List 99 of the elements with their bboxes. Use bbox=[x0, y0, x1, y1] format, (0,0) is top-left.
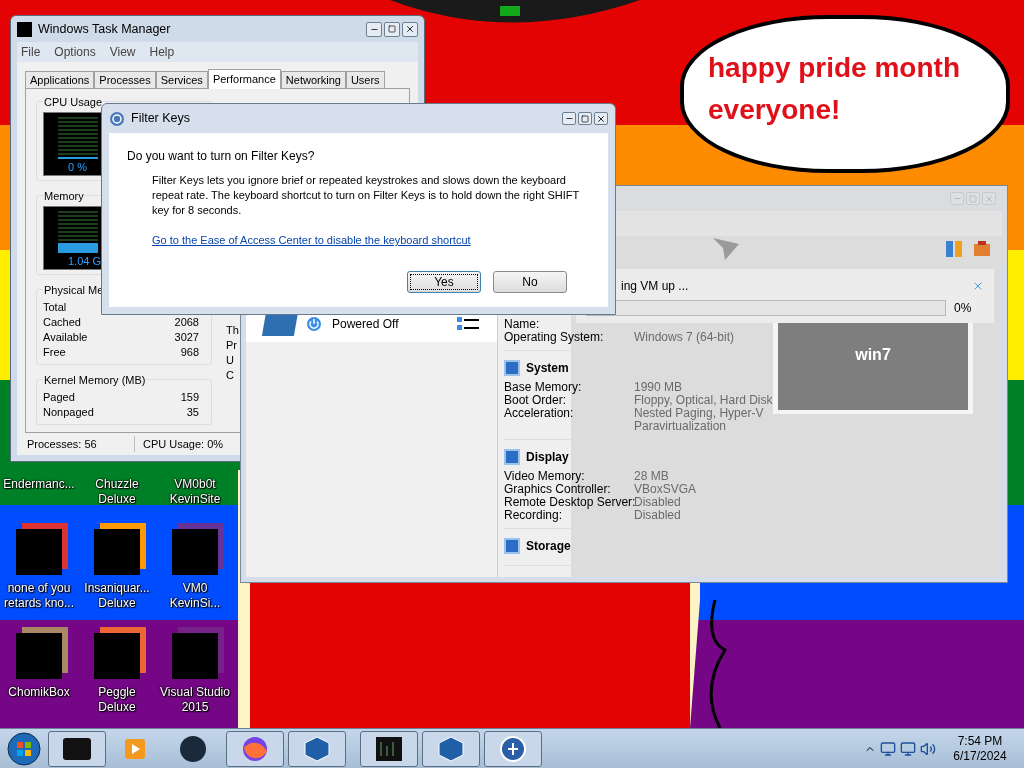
close-button[interactable] bbox=[402, 21, 418, 37]
detail-label: Remote Desktop Server: bbox=[504, 496, 634, 509]
section-title: Storage bbox=[526, 538, 571, 555]
fox-globe-icon bbox=[241, 734, 269, 763]
stat-label: Nonpaged bbox=[43, 405, 94, 420]
detail-value: 28 MB bbox=[634, 470, 670, 483]
cube-icon bbox=[303, 734, 331, 763]
section-icon bbox=[504, 538, 520, 554]
close-icon bbox=[596, 113, 606, 124]
section-icon bbox=[504, 360, 520, 376]
stat-label: Th bbox=[226, 323, 239, 338]
detail-value: Disabled bbox=[634, 509, 682, 522]
app-icon bbox=[17, 21, 32, 37]
detail-value: 1990 MB bbox=[634, 381, 684, 394]
taskbar-button[interactable] bbox=[360, 730, 418, 767]
close-icon bbox=[405, 24, 415, 34]
desktop-icon-label[interactable]: Insaniquar... Deluxe bbox=[78, 581, 156, 611]
maximize-icon bbox=[388, 25, 396, 33]
menu-item[interactable]: View bbox=[109, 43, 136, 61]
stat-label: C bbox=[226, 368, 235, 383]
maximize-button[interactable] bbox=[578, 112, 592, 125]
tab[interactable]: Users bbox=[345, 71, 385, 88]
dialog-question: Do you want to turn on Filter Keys? bbox=[127, 148, 316, 165]
stat-value: 968 bbox=[180, 345, 199, 360]
desktop-icon-label[interactable]: VM0 KevinSi... bbox=[156, 581, 234, 611]
detail-value: VBoxSVGA bbox=[634, 483, 698, 496]
stat-label: Pr bbox=[226, 338, 238, 353]
clock[interactable]: 7:54 PM 6/17/2024 bbox=[940, 733, 1020, 764]
detail-value: Windows 7 (64-bit) bbox=[634, 331, 736, 344]
usage-bar bbox=[58, 156, 98, 159]
menu-icon[interactable] bbox=[457, 317, 479, 331]
desktop-icon-label[interactable]: Chuzzle Deluxe bbox=[78, 477, 156, 507]
menu-item[interactable]: Help bbox=[149, 43, 175, 61]
detail-value: Disabled bbox=[634, 496, 682, 509]
app-window-icon bbox=[63, 737, 91, 760]
detail-label: Graphics Controller: bbox=[504, 483, 612, 496]
desktop-icon-label[interactable]: none of you retards kno... bbox=[0, 581, 78, 611]
detail-label: Video Memory: bbox=[504, 470, 586, 483]
play-icon bbox=[124, 737, 146, 760]
cube-icon bbox=[437, 734, 465, 763]
close-button[interactable] bbox=[594, 112, 608, 125]
tab[interactable]: Applications bbox=[25, 71, 95, 88]
ease-of-access-icon bbox=[109, 110, 125, 127]
start-button[interactable] bbox=[4, 729, 44, 768]
menu-item[interactable]: Options bbox=[54, 43, 96, 61]
stat-label: Available bbox=[43, 330, 88, 345]
stat-value: 2068 bbox=[174, 315, 199, 330]
desktop-icon-label[interactable]: Endermanc... bbox=[0, 477, 78, 492]
detail-label: Name: bbox=[504, 318, 541, 331]
stat-label: Paged bbox=[43, 390, 75, 405]
stat-label: Cached bbox=[43, 315, 81, 330]
volume-icon[interactable] bbox=[920, 740, 936, 757]
desktop-icon-label[interactable]: Peggle Deluxe bbox=[78, 685, 156, 715]
detail-value: Floppy, Optical, Hard Disk bbox=[634, 394, 774, 407]
tab[interactable]: Services bbox=[155, 71, 208, 88]
stat-label: Total bbox=[43, 300, 67, 315]
cancel-icon[interactable] bbox=[972, 280, 984, 292]
windows-logo-icon bbox=[7, 731, 41, 766]
taskbar-button[interactable] bbox=[48, 730, 106, 767]
detail-label: Acceleration: bbox=[504, 407, 575, 422]
detail-label: Base Memory: bbox=[504, 381, 583, 394]
status-text: Processes: 56 bbox=[25, 435, 135, 453]
detail-label: Operating System: bbox=[504, 331, 605, 344]
stat-label: Free bbox=[43, 345, 66, 360]
window-title: Windows Task Manager bbox=[38, 20, 172, 38]
tab[interactable]: Networking bbox=[280, 71, 346, 88]
vm-state: Powered Off bbox=[332, 316, 400, 333]
menu-item[interactable]: File bbox=[21, 43, 41, 61]
stat-value: 3027 bbox=[174, 330, 199, 345]
detail-label: Recording: bbox=[504, 509, 563, 522]
section-icon bbox=[504, 449, 520, 465]
desktop-icon-label[interactable]: ChomikBox bbox=[0, 685, 78, 700]
ease-of-access-link[interactable]: Go to the Ease of Access Center to disable the keyboard shortcut bbox=[152, 232, 592, 249]
tab[interactable]: Performance bbox=[207, 69, 281, 89]
maximize-icon bbox=[581, 114, 589, 123]
usage-bar bbox=[58, 242, 98, 253]
meter-reading: 1.04 G bbox=[67, 253, 102, 269]
dialog-title: Filter Keys bbox=[131, 110, 192, 128]
stat-label: U bbox=[226, 353, 235, 368]
dialog-message: Filter Keys lets you ignore brief or repeated keystrokes and slows down the keyboard repeat rate. The keyboard shortcut to turn on Filter Keys is to hold down the right SHIFT key for 8 seconds. bbox=[152, 173, 580, 218]
section-title: System bbox=[526, 360, 569, 377]
meter-reading: 0 % bbox=[67, 159, 87, 175]
dialog-button[interactable]: No bbox=[493, 270, 567, 293]
section-title: Display bbox=[526, 449, 569, 466]
toolbox-icon[interactable] bbox=[973, 240, 991, 258]
stat-value: 35 bbox=[186, 405, 199, 420]
desktop-icon-label[interactable]: Visual Studio 2015 bbox=[156, 685, 234, 715]
progress-text: ing VM up ... bbox=[621, 278, 689, 295]
tab[interactable]: Processes bbox=[94, 71, 156, 88]
detail-value: Nested Paging, Hyper-V Paravirtualization bbox=[634, 407, 765, 433]
graph-monitor-icon bbox=[375, 735, 403, 762]
minimize-button[interactable] bbox=[562, 112, 576, 125]
dialog-button[interactable]: Yes bbox=[407, 270, 481, 293]
power-icon bbox=[306, 316, 322, 332]
taskbar-button[interactable] bbox=[484, 730, 542, 767]
desktop-icon-label[interactable]: VM0b0t KevinSite bbox=[156, 477, 234, 507]
stat-value: 159 bbox=[180, 390, 199, 405]
detail-label: Boot Order: bbox=[504, 394, 567, 407]
display-icon[interactable] bbox=[900, 740, 916, 757]
